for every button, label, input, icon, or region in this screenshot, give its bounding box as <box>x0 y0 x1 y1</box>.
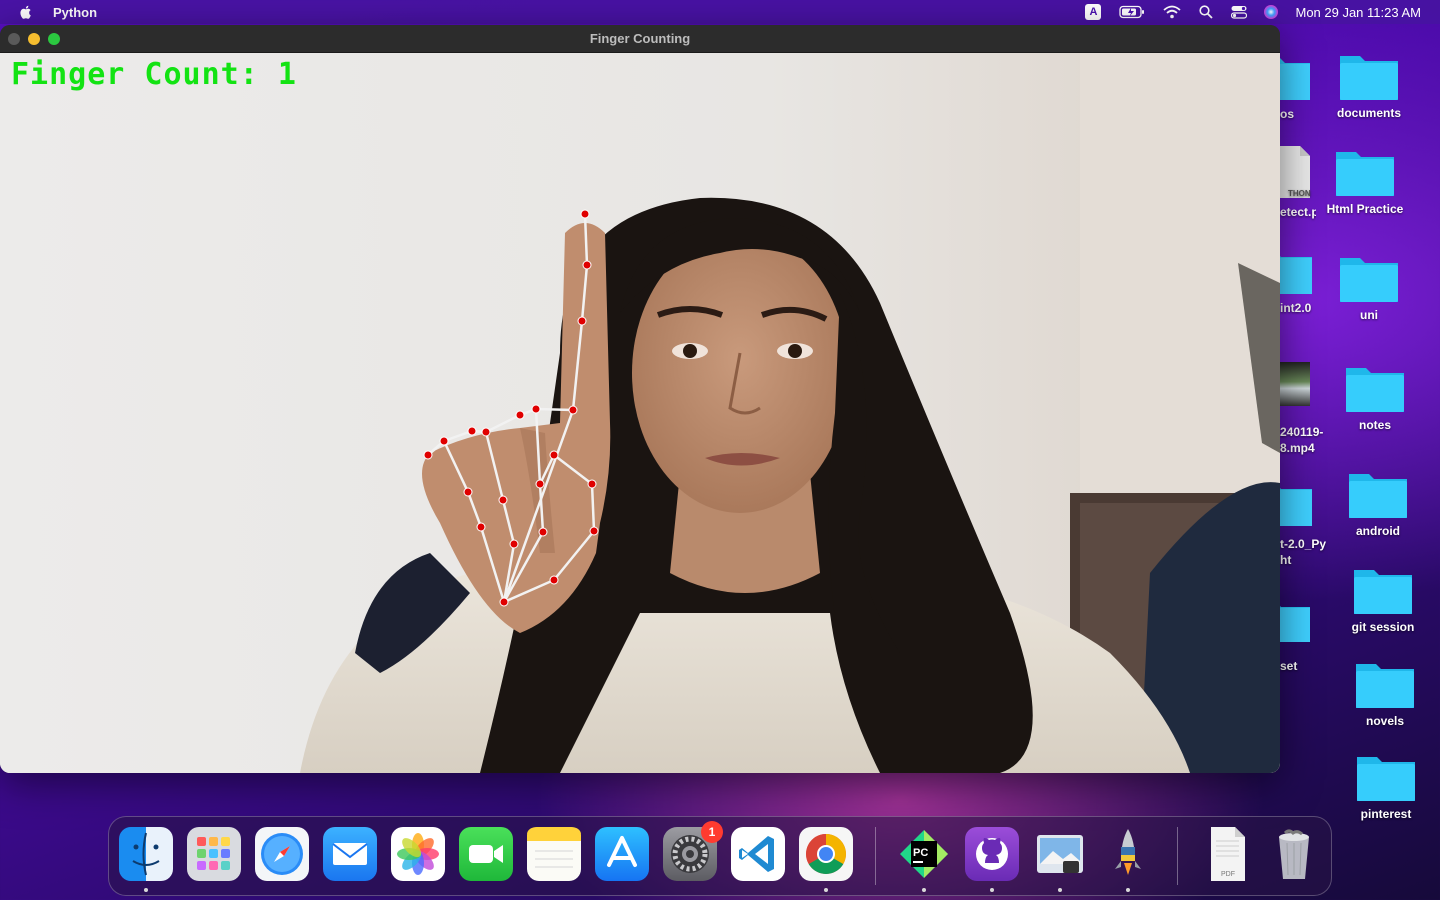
desktop-folder-novels[interactable]: novels <box>1330 658 1440 728</box>
notes-icon <box>527 827 581 868</box>
dock-item-finder[interactable] <box>119 827 173 881</box>
desktop-folder-pinterest[interactable]: pinterest <box>1331 751 1440 821</box>
siri-icon[interactable] <box>1263 0 1279 24</box>
notification-badge: 1 <box>701 821 723 843</box>
pycharm-icon: PC <box>900 830 948 878</box>
folder-icon <box>1340 258 1398 302</box>
folder-icon <box>1357 757 1415 801</box>
active-app-name[interactable]: Python <box>53 5 97 20</box>
minimize-button[interactable] <box>28 33 40 45</box>
running-indicator <box>824 888 828 892</box>
pdf-icon: PDF <box>1211 827 1245 881</box>
folder-icon <box>1356 664 1414 708</box>
finder-icon <box>132 832 160 876</box>
safari-icon <box>261 833 303 875</box>
chrome-icon <box>806 834 846 874</box>
github-icon <box>976 838 1008 870</box>
dock-item-facetime[interactable] <box>459 827 513 881</box>
desktop-folder-android[interactable]: android <box>1323 468 1433 538</box>
app-store-icon <box>607 836 637 867</box>
folder-icon <box>1340 56 1398 100</box>
traffic-lights <box>8 33 60 45</box>
running-indicator <box>922 888 926 892</box>
photos-icon <box>397 833 439 875</box>
hand-landmarks-overlay <box>423 209 599 607</box>
folder-icon <box>1346 368 1404 412</box>
running-indicator <box>990 888 994 892</box>
dock-item-launchpad[interactable] <box>187 827 241 881</box>
dock-item-notes[interactable] <box>527 827 581 881</box>
dock-item-safari[interactable] <box>255 827 309 881</box>
close-button[interactable] <box>8 33 20 45</box>
input-source-icon[interactable]: A <box>1085 0 1102 24</box>
desktop-icon-partial-label-1: os <box>1280 107 1295 121</box>
svg-text:THON: THON <box>1288 189 1311 198</box>
running-indicator <box>144 888 148 892</box>
finger-count-label: Finger Count: 1 <box>11 57 297 92</box>
finger-counting-window[interactable]: Finger Counting Finger Count: 1 <box>0 25 1280 773</box>
desktop-icon-partial-6[interactable]: set <box>1280 598 1310 674</box>
python-rocket-icon <box>1115 829 1141 875</box>
mail-icon <box>332 843 368 865</box>
folder-icon <box>1349 474 1407 518</box>
dock-separator <box>1177 827 1178 885</box>
desktop-icon-partial-label-3: int2.0 <box>1280 301 1312 315</box>
apple-icon[interactable] <box>18 4 34 20</box>
window-titlebar[interactable]: Finger Counting <box>0 25 1280 53</box>
menu-bar: Python A Mon 29 Jan 11:23 AM <box>0 0 1440 24</box>
control-center-icon[interactable] <box>1231 0 1248 24</box>
battery-icon[interactable] <box>1119 0 1145 24</box>
desktop-icon-partial-1[interactable]: os <box>1280 50 1310 130</box>
maximize-button[interactable] <box>48 33 60 45</box>
wifi-icon[interactable] <box>1163 0 1182 24</box>
desktop-icon-partial-label-6: set <box>1280 659 1298 673</box>
svg-text:PDF: PDF <box>1221 871 1235 878</box>
desktop-folder-documents[interactable]: documents <box>1314 50 1424 120</box>
dock: 1 PC PDF <box>108 816 1332 896</box>
dock-item-photos[interactable] <box>391 827 445 881</box>
camera-feed: Finger Count: 1 <box>0 53 1280 773</box>
dock-item-trash[interactable] <box>1267 827 1321 881</box>
running-indicator <box>1126 888 1130 892</box>
trash-icon <box>1279 829 1309 879</box>
running-indicator <box>1058 888 1062 892</box>
dock-separator <box>875 827 876 885</box>
preview-icon <box>1037 835 1083 873</box>
dock-item-vscode[interactable] <box>731 827 785 881</box>
desktop-folder-notes[interactable]: notes <box>1320 362 1430 432</box>
dock-item-chrome[interactable] <box>799 827 853 881</box>
dock-item-github-desktop[interactable] <box>965 827 1019 881</box>
folder-icon <box>1336 152 1394 196</box>
dock-item-python-launcher[interactable] <box>1101 827 1155 881</box>
vscode-icon <box>739 836 774 872</box>
dock-item-pdf-document[interactable]: PDF <box>1199 827 1253 881</box>
spotlight-search-icon[interactable] <box>1199 0 1214 24</box>
dock-item-app-store[interactable] <box>595 827 649 881</box>
launchpad-icon <box>197 837 230 870</box>
svg-text:PC: PC <box>913 847 928 859</box>
dock-item-mail[interactable] <box>323 827 377 881</box>
desktop-folder-uni[interactable]: uni <box>1314 252 1424 322</box>
dock-item-preview[interactable] <box>1033 827 1087 881</box>
desktop-folder-git-session[interactable]: git session <box>1328 564 1438 634</box>
window-title: Finger Counting <box>589 31 691 46</box>
menu-clock[interactable]: Mon 29 Jan 11:23 AM <box>1295 5 1421 20</box>
dock-item-pycharm[interactable]: PC <box>897 827 951 881</box>
dock-item-system-settings[interactable]: 1 <box>663 821 723 881</box>
desktop-folder-html-practice[interactable]: Html Practice <box>1310 146 1420 216</box>
folder-icon <box>1354 570 1412 614</box>
facetime-icon <box>469 845 503 863</box>
